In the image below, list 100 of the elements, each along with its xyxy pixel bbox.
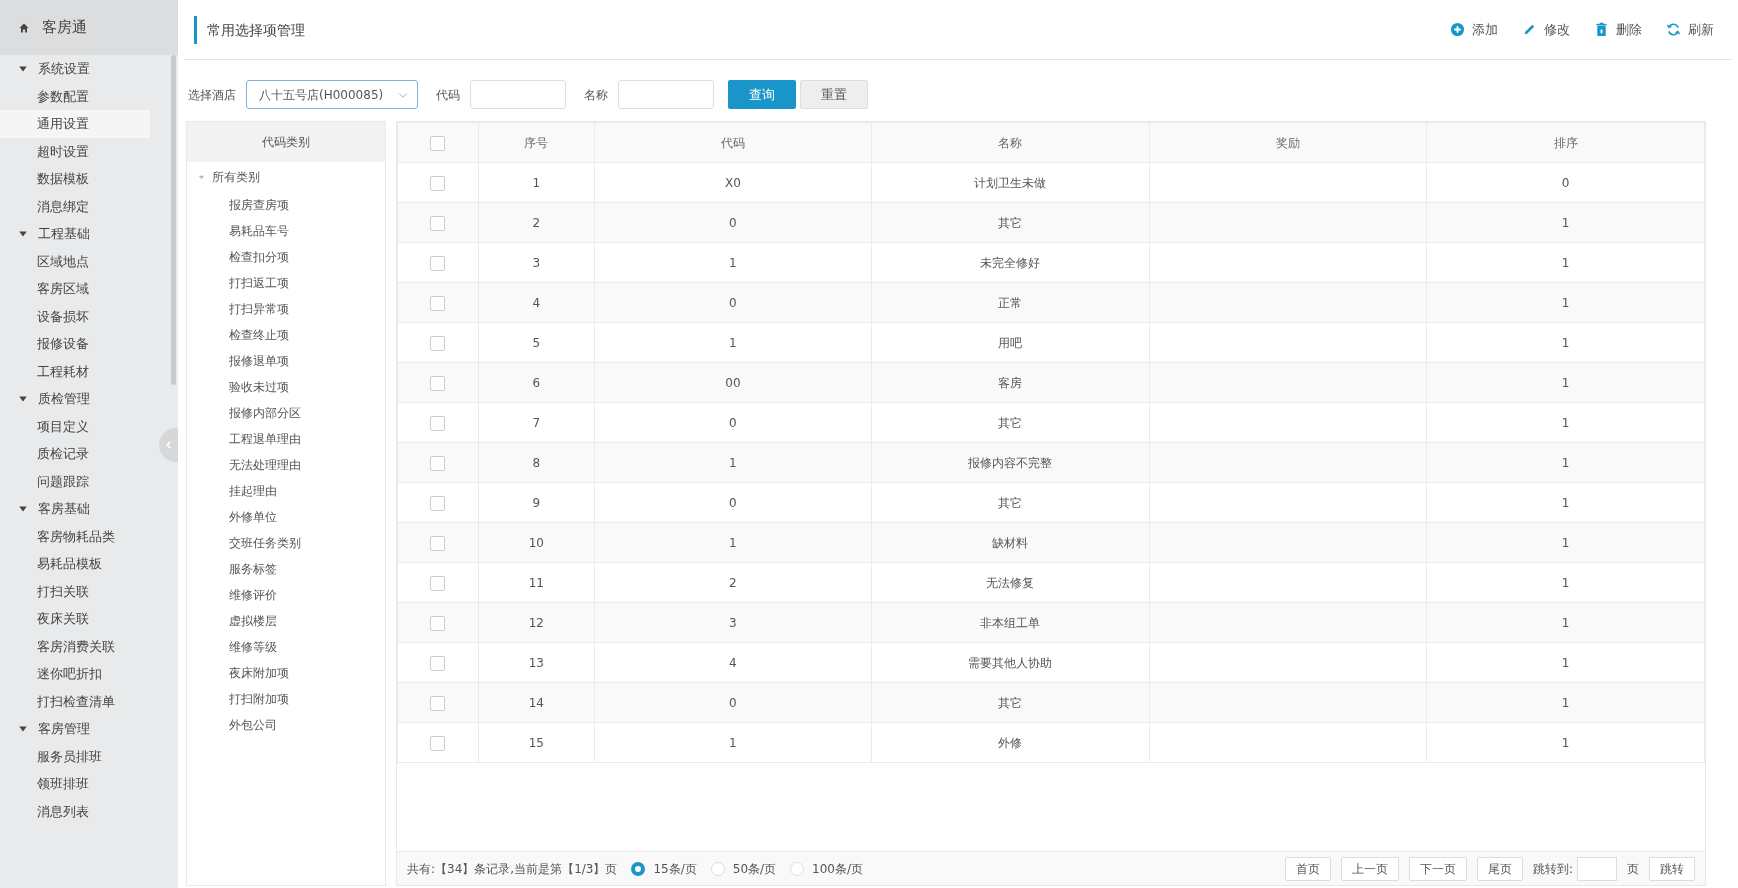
sidebar-item[interactable]: 超时设置 [0, 137, 150, 165]
column-header[interactable]: 代码 [594, 122, 872, 163]
column-header[interactable]: 序号 [478, 122, 595, 163]
sidebar-item[interactable]: 客房区域 [0, 275, 150, 303]
sidebar-item[interactable]: 通用设置 [0, 110, 150, 138]
sidebar-item[interactable]: 客房物耗品类 [0, 522, 150, 550]
tree-node[interactable]: 打扫异常项 [187, 296, 385, 322]
collapse-button[interactable] [159, 428, 178, 462]
sidebar-item[interactable]: 夜床关联 [0, 605, 150, 633]
column-header[interactable]: 排序 [1426, 122, 1705, 163]
sidebar-item[interactable]: 数据模板 [0, 165, 150, 193]
sidebar-item[interactable]: 迷你吧折扣 [0, 660, 150, 688]
tree-node[interactable]: 报修退单项 [187, 348, 385, 374]
row-checkbox[interactable] [430, 495, 446, 511]
tree-node[interactable]: 维修等级 [187, 634, 385, 660]
sidebar-item[interactable]: 项目定义 [0, 412, 150, 440]
tree-node[interactable]: 打扫附加项 [187, 686, 385, 712]
sidebar-item[interactable]: 设备损坏 [0, 302, 150, 330]
sidebar-item[interactable]: 报修设备 [0, 330, 150, 358]
sidebar-item[interactable]: 打扫检查清单 [0, 687, 150, 715]
sidebar-item[interactable]: 打扫关联 [0, 577, 150, 605]
table-cell: 1 [594, 442, 872, 483]
edit-button[interactable]: 修改 [1522, 19, 1570, 40]
row-checkbox[interactable] [430, 375, 446, 391]
tree-node[interactable]: 报修内部分区 [187, 400, 385, 426]
row-checkbox[interactable] [430, 415, 446, 431]
add-button[interactable]: 添加 [1450, 19, 1498, 40]
tree-node[interactable]: 挂起理由 [187, 478, 385, 504]
sidebar-item[interactable]: 区域地点 [0, 247, 150, 275]
sidebar-item[interactable]: 问题跟踪 [0, 467, 150, 495]
page-input[interactable] [1577, 856, 1617, 881]
tree-node[interactable]: 交班任务类别 [187, 530, 385, 556]
sidebar-item[interactable]: 易耗品模板 [0, 550, 150, 578]
scrollbar[interactable] [171, 55, 176, 385]
row-checkbox[interactable] [430, 215, 446, 231]
row-checkbox[interactable] [430, 535, 446, 551]
tree-node[interactable]: 无法处理理由 [187, 452, 385, 478]
page-button[interactable]: 下一页 [1408, 856, 1467, 881]
name-input[interactable] [618, 80, 714, 109]
sidebar-item[interactable]: 工程耗材 [0, 357, 150, 385]
row-checkbox[interactable] [430, 575, 446, 591]
tree-node[interactable]: 所有类别 [187, 162, 385, 192]
tree-node[interactable]: 夜床附加项 [187, 660, 385, 686]
tree-node[interactable]: 打扫返工项 [187, 270, 385, 296]
page-button[interactable]: 首页 [1284, 856, 1331, 881]
hotel-dropdown[interactable]: 八十五号店(H000085) [246, 80, 418, 109]
tree-node[interactable]: 虚拟楼层 [187, 608, 385, 634]
sidebar-item[interactable]: 消息绑定 [0, 192, 150, 220]
reset-button[interactable]: 重置 [800, 80, 868, 109]
page-size-option[interactable]: 15条/页 [631, 859, 697, 878]
delete-button[interactable]: 删除 [1594, 19, 1642, 40]
page-size-option[interactable]: 100条/页 [790, 859, 864, 878]
tree-node[interactable]: 报房查房项 [187, 192, 385, 218]
sidebar-item[interactable]: 参数配置 [0, 82, 150, 110]
table-cell: 1 [1426, 642, 1705, 683]
table-cell: 00 [594, 362, 872, 403]
sidebar-item[interactable]: 消息列表 [0, 797, 150, 825]
row-checkbox[interactable] [430, 655, 446, 671]
table-cell: 非本组工单 [871, 602, 1150, 643]
table-cell: 1 [1426, 202, 1705, 243]
table-cell: 其它 [871, 402, 1150, 443]
tree-node[interactable]: 外修单位 [187, 504, 385, 530]
page-size-option[interactable]: 50条/页 [710, 859, 777, 878]
jump-button[interactable]: 跳转 [1649, 856, 1695, 881]
table-cell: 1 [594, 242, 872, 283]
table-cell: 6 [478, 362, 595, 403]
row-checkbox[interactable] [430, 455, 446, 471]
tree-node[interactable]: 检查扣分项 [187, 244, 385, 270]
row-checkbox[interactable] [430, 615, 446, 631]
column-header[interactable]: 名称 [871, 122, 1150, 163]
row-checkbox[interactable] [430, 735, 446, 751]
row-checkbox[interactable] [430, 695, 446, 711]
row-checkbox[interactable] [430, 255, 446, 271]
tree-node[interactable]: 服务标签 [187, 556, 385, 582]
sidebar-group[interactable]: 质检管理 [0, 385, 178, 413]
row-checkbox[interactable] [430, 175, 446, 191]
select-all-checkbox[interactable] [430, 135, 446, 151]
sidebar-item[interactable]: 客房消费关联 [0, 632, 150, 660]
tree-node[interactable]: 维修评价 [187, 582, 385, 608]
sidebar-item[interactable]: 领班排班 [0, 770, 150, 798]
table-cell: 1 [1426, 562, 1705, 603]
column-header[interactable]: 奖励 [1149, 122, 1427, 163]
sidebar-item[interactable]: 服务员排班 [0, 742, 150, 770]
sidebar-group[interactable]: 工程基础 [0, 220, 178, 248]
sidebar-item[interactable]: 质检记录 [0, 440, 150, 468]
tree-node[interactable]: 外包公司 [187, 712, 385, 738]
page-button[interactable]: 尾页 [1476, 856, 1523, 881]
row-checkbox[interactable] [430, 335, 446, 351]
tree-node[interactable]: 易耗品车号 [187, 218, 385, 244]
sidebar-group[interactable]: 客房基础 [0, 495, 178, 523]
group-label: 客房基础 [38, 500, 90, 518]
row-checkbox[interactable] [430, 295, 446, 311]
sidebar-group[interactable]: 客房管理 [0, 715, 178, 743]
page-button[interactable]: 上一页 [1340, 856, 1399, 881]
refresh-button[interactable]: 刷新 [1666, 19, 1714, 40]
tree-node[interactable]: 工程退单理由 [187, 426, 385, 452]
tree-node[interactable]: 检查终止项 [187, 322, 385, 348]
sidebar-group[interactable]: 系统设置 [0, 55, 178, 83]
tree-node[interactable]: 验收未过项 [187, 374, 385, 400]
code-input[interactable] [470, 80, 566, 109]
